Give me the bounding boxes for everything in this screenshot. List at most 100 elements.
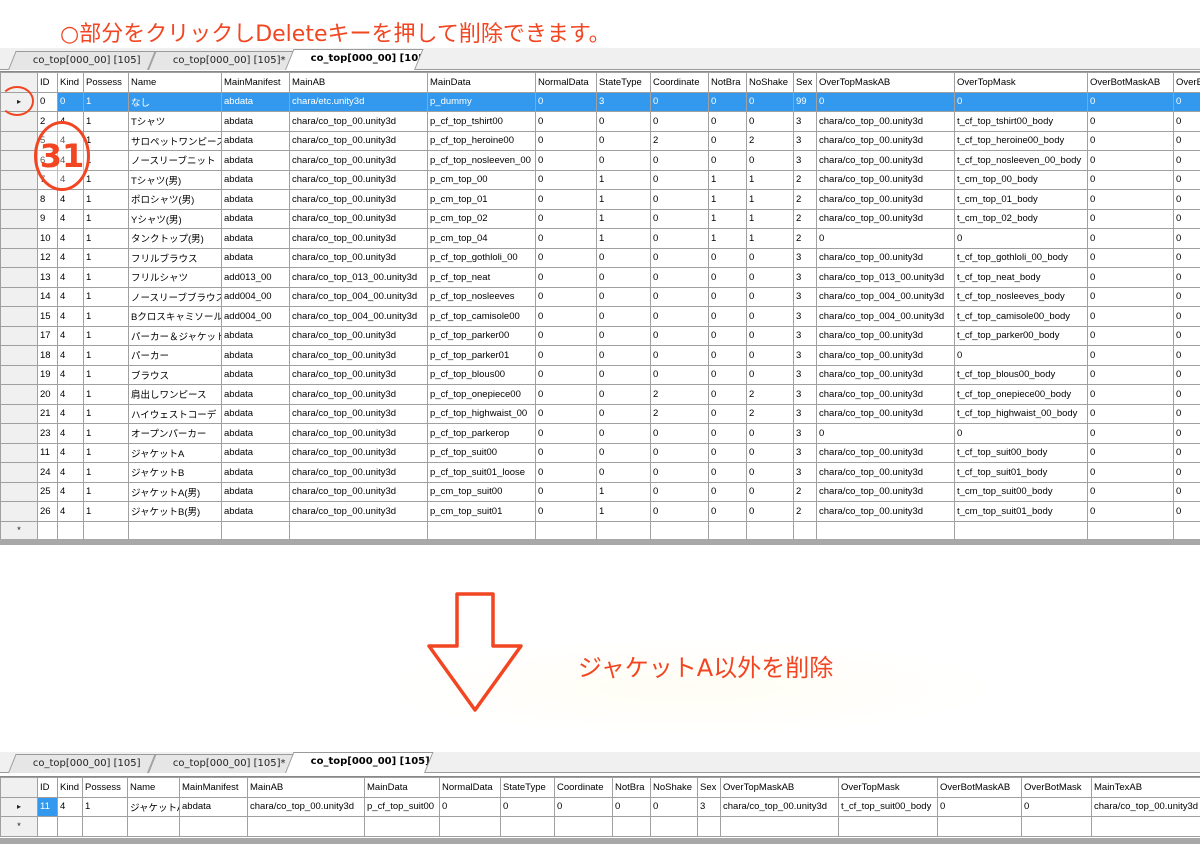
table-cell[interactable]: chara/co_top_00.unity3d (289, 189, 428, 210)
table-cell[interactable]: 2 (650, 403, 709, 424)
table-cell[interactable]: 3 (793, 442, 817, 463)
table-cell[interactable]: 0 (596, 345, 651, 366)
table-cell[interactable]: 0 (535, 423, 597, 444)
table-cell[interactable]: 3 (793, 306, 817, 327)
table-row[interactable]: 26 4 1 ジャケットB(男) abdata chara/co_top_00.unity… (0, 501, 1200, 522)
table-cell[interactable]: 0 (535, 364, 597, 385)
table-cell[interactable]: chara/co_top_00.unity3d (289, 384, 428, 405)
table-cell[interactable]: 0 (1173, 247, 1200, 268)
table-cell[interactable]: p_dummy (427, 91, 536, 112)
table-cell[interactable]: 0 (535, 111, 597, 132)
table-cell[interactable]: 0 (535, 501, 597, 522)
row-selector[interactable] (0, 267, 38, 288)
table-cell[interactable]: 4 (57, 403, 84, 424)
row-selector[interactable]: ▸ (0, 796, 38, 817)
table-cell[interactable]: p_cf_top_nosleeven_00 (427, 150, 536, 171)
table-cell[interactable]: オープンパーカー (128, 423, 222, 444)
table-cell[interactable]: 4 (57, 384, 84, 405)
table-row[interactable]: 15 4 1 Bクロスキャミソール add004_00 chara/co_top_004_… (0, 306, 1200, 327)
table-cell[interactable]: 0 (1173, 462, 1200, 483)
table-cell[interactable]: 0 (650, 306, 709, 327)
table-cell[interactable]: t_cf_top_tshirt00_body (954, 111, 1088, 132)
row-selector[interactable] (0, 442, 38, 463)
table-cell[interactable]: p_cf_top_blous00 (427, 364, 536, 385)
table-cell[interactable] (596, 520, 651, 539)
table-cell[interactable]: 2 (650, 384, 709, 405)
table-row[interactable]: 13 4 1 フリルシャツ add013_00 chara/co_top_013_00.u… (0, 267, 1200, 288)
table-cell[interactable] (650, 816, 698, 837)
table-cell[interactable]: p_cf_top_gothloli_00 (427, 247, 536, 268)
table-cell[interactable]: 0 (650, 481, 709, 502)
table-cell[interactable]: p_cf_top_suit01_loose (427, 462, 536, 483)
bottom-tab-3-active[interactable]: co_top[000_00] [105]* (285, 752, 434, 773)
table-cell[interactable] (247, 816, 365, 837)
table-row[interactable]: 20 4 1 肩出しワンピース abdata chara/co_top_00.unity3… (0, 384, 1200, 405)
table-row[interactable]: 14 4 1 ノースリーブブラウス add004_00 chara/co_top_004_… (0, 286, 1200, 307)
table-cell[interactable]: 0 (650, 91, 709, 112)
table-cell[interactable]: なし (128, 91, 222, 112)
table-cell[interactable]: abdata (221, 189, 290, 210)
table-cell[interactable]: chara/co_top_00.unity3d (816, 481, 955, 502)
grid-corner-cell[interactable] (0, 777, 38, 798)
table-cell[interactable]: 0 (816, 91, 955, 112)
column-header[interactable]: NotBra (708, 72, 747, 93)
column-header[interactable]: Sex (793, 72, 817, 93)
table-cell[interactable]: t_cf_top_suit00_body (954, 442, 1088, 463)
table-cell[interactable] (500, 816, 555, 837)
table-cell[interactable]: 0 (650, 286, 709, 307)
table-cell[interactable]: abdata (221, 208, 290, 229)
table-cell[interactable]: 0 (708, 325, 747, 346)
table-cell[interactable]: 1 (83, 169, 129, 190)
table-cell[interactable]: chara/co_top_00.unity3d (289, 111, 428, 132)
table-cell[interactable]: p_cf_top_onepiece00 (427, 384, 536, 405)
table-cell[interactable] (535, 520, 597, 539)
table-cell[interactable] (1087, 520, 1174, 539)
table-cell[interactable]: 21 (37, 403, 58, 424)
table-cell[interactable]: 0 (708, 403, 747, 424)
table-cell[interactable]: chara/co_top_013_00.unity3d (816, 267, 955, 288)
table-cell[interactable]: 2 (650, 130, 709, 151)
table-cell[interactable]: ポロシャツ(男) (128, 189, 222, 210)
column-header[interactable]: Sex (697, 777, 721, 798)
table-cell[interactable]: p_cf_top_parker01 (427, 345, 536, 366)
row-selector[interactable] (0, 306, 38, 327)
table-cell[interactable]: chara/co_top_00.unity3d (816, 442, 955, 463)
table-cell[interactable]: 4 (57, 345, 84, 366)
table-cell[interactable]: 0 (650, 111, 709, 132)
table-row[interactable]: ▸ 0 0 1 なし abdata chara/etc.unity3d p_dummy 0 3 0 0… (0, 91, 1200, 112)
table-cell[interactable]: 15 (37, 306, 58, 327)
table-row[interactable]: 19 4 1 ブラウス abdata chara/co_top_00.unity3d p_c… (0, 364, 1200, 385)
table-cell[interactable]: chara/co_top_00.unity3d (289, 462, 428, 483)
table-cell[interactable]: p_cf_top_neat (427, 267, 536, 288)
table-cell[interactable]: 13 (37, 267, 58, 288)
table-cell[interactable]: 3 (793, 286, 817, 307)
table-cell[interactable]: 0 (1087, 111, 1174, 132)
column-header[interactable]: OverTopMaskAB (816, 72, 955, 93)
new-row[interactable]: * (0, 520, 1200, 539)
table-cell[interactable]: p_cm_top_suit01 (427, 501, 536, 522)
column-header[interactable]: MainData (364, 777, 440, 798)
table-cell[interactable]: 1 (596, 481, 651, 502)
table-cell[interactable]: chara/co_top_00.unity3d (289, 481, 428, 502)
table-cell[interactable]: 0 (1173, 306, 1200, 327)
table-cell[interactable]: p_cf_top_highwaist_00 (427, 403, 536, 424)
table-cell[interactable]: p_cf_top_suit00 (364, 796, 440, 817)
table-cell[interactable]: 0 (1087, 364, 1174, 385)
row-selector[interactable] (0, 228, 38, 249)
row-selector[interactable] (0, 462, 38, 483)
table-cell[interactable]: 0 (596, 267, 651, 288)
table-cell[interactable]: 0 (1087, 91, 1174, 112)
table-cell[interactable]: 0 (535, 247, 597, 268)
table-cell[interactable]: 3 (793, 150, 817, 171)
table-cell[interactable]: 4 (57, 423, 84, 444)
table-cell[interactable]: 0 (535, 481, 597, 502)
tab-1[interactable]: co_top[000_00] [105] (8, 51, 156, 70)
table-cell[interactable]: t_cm_top_00_body (954, 169, 1088, 190)
table-row[interactable]: 12 4 1 フリルブラウス abdata chara/co_top_00.unity3d… (0, 247, 1200, 268)
table-cell[interactable]: 0 (954, 91, 1088, 112)
table-cell[interactable]: パーカー (128, 345, 222, 366)
table-cell[interactable] (1091, 816, 1200, 837)
row-selector[interactable] (0, 345, 38, 366)
table-cell[interactable]: abdata (221, 442, 290, 463)
table-cell[interactable]: p_cm_top_suit00 (427, 481, 536, 502)
